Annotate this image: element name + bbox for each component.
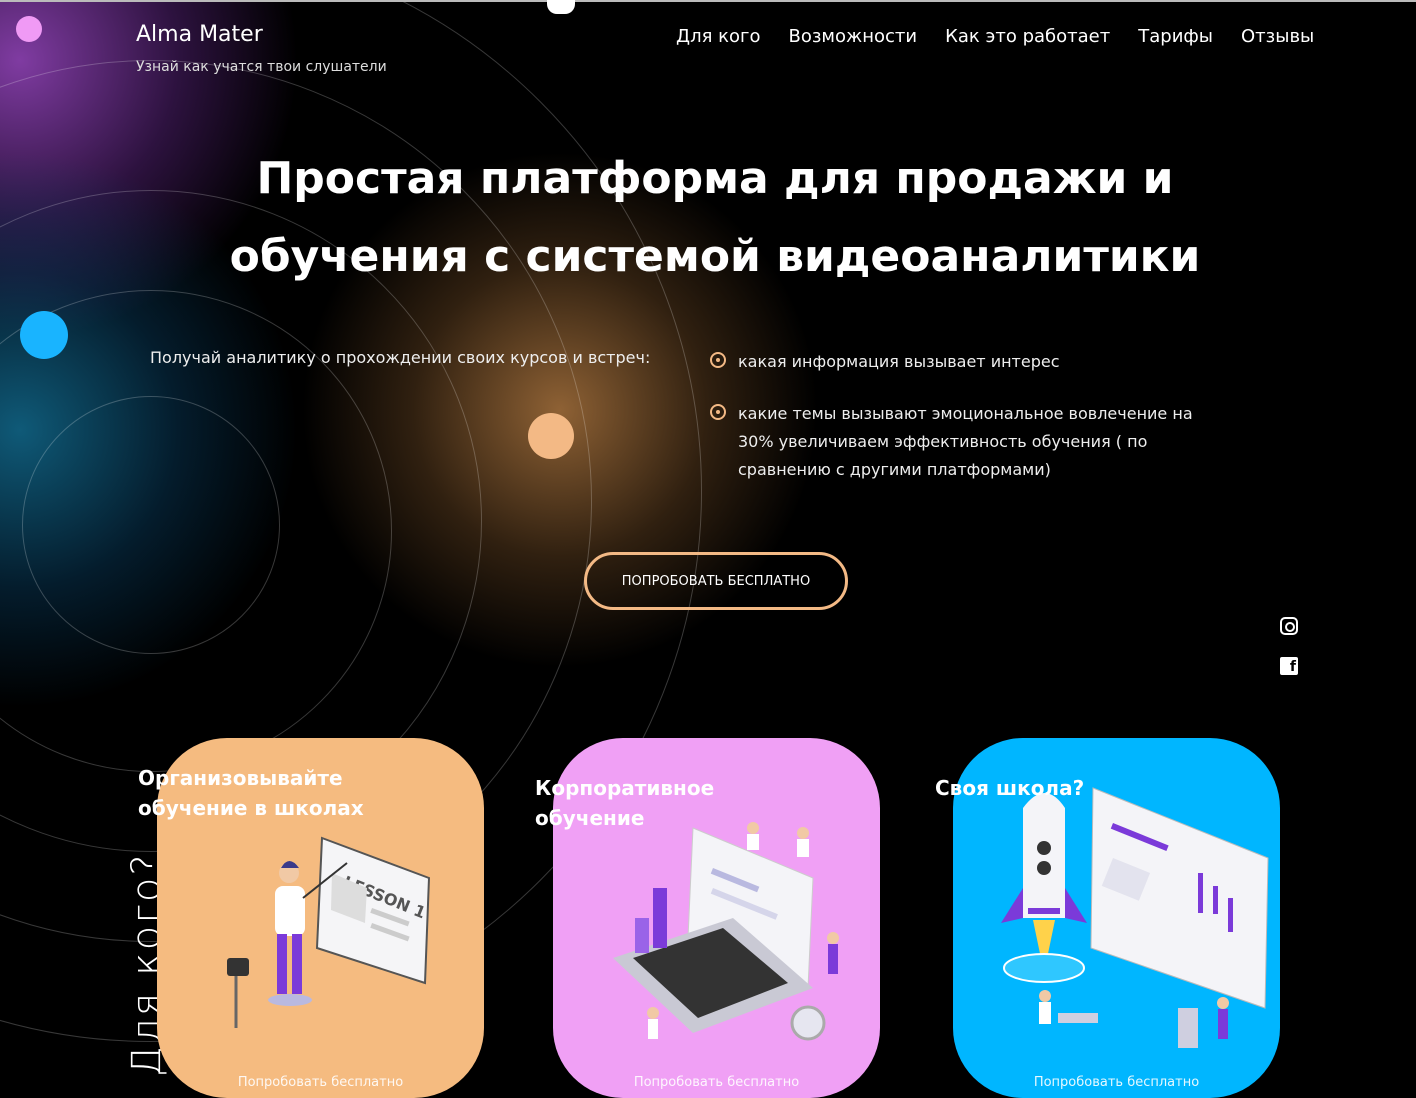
nav-item-features[interactable]: Возможности — [788, 26, 917, 47]
top-border — [0, 0, 1416, 2]
instagram-icon[interactable] — [1280, 617, 1298, 635]
list-item: какая информация вызывает интерес — [708, 348, 1208, 376]
orange-dot — [528, 413, 574, 459]
feature-list: какая информация вызывает интерес какие … — [708, 348, 1208, 508]
purple-dot — [16, 16, 42, 42]
cloud-icon — [547, 0, 575, 14]
card-title: Своя школа? — [935, 776, 1085, 800]
teacher-illustration: LESSON 1 — [227, 836, 431, 1028]
card-try-free-link[interactable]: Попробовать бесплатно — [953, 1075, 1280, 1090]
try-free-button[interactable]: ПОПРОБОВАТЬ БЕСПЛАТНО — [584, 552, 848, 610]
card-title: Корпоративное обучение — [535, 776, 715, 830]
list-item-text: какие темы вызывают эмоциональное вовлеч… — [738, 404, 1193, 479]
rocket-illustration — [1001, 787, 1269, 1048]
facebook-icon[interactable]: f — [1280, 657, 1298, 675]
card-try-free-link[interactable]: Попробовать бесплатно — [553, 1075, 880, 1090]
blue-dot — [20, 311, 68, 359]
list-item: какие темы вызывают эмоциональное вовлеч… — [708, 400, 1208, 484]
hero-lead: Получай аналитику о прохождении своих ку… — [150, 348, 651, 367]
card-try-free-link[interactable]: Попробовать бесплатно — [157, 1075, 484, 1090]
nav-item-for-whom[interactable]: Для кого — [676, 26, 760, 47]
tagline: Узнай как учатся твои слушатели — [136, 59, 387, 75]
nav-item-pricing[interactable]: Тарифы — [1138, 26, 1213, 47]
laptop-illustration — [613, 822, 839, 1041]
bullet-icon — [710, 352, 726, 368]
logo[interactable]: Alma Mater — [136, 22, 263, 47]
bullet-icon — [710, 404, 726, 420]
card-title: Организовывайте обучение в школах — [138, 766, 364, 820]
nav-item-how-it-works[interactable]: Как это работает — [945, 26, 1110, 47]
main-nav: Для кого Возможности Как это работает Та… — [676, 26, 1314, 47]
list-item-text: какая информация вызывает интерес — [738, 352, 1060, 371]
nav-item-reviews[interactable]: Отзывы — [1241, 26, 1314, 47]
hero-title: Простая платформа для продажи и обучения… — [229, 153, 1201, 282]
